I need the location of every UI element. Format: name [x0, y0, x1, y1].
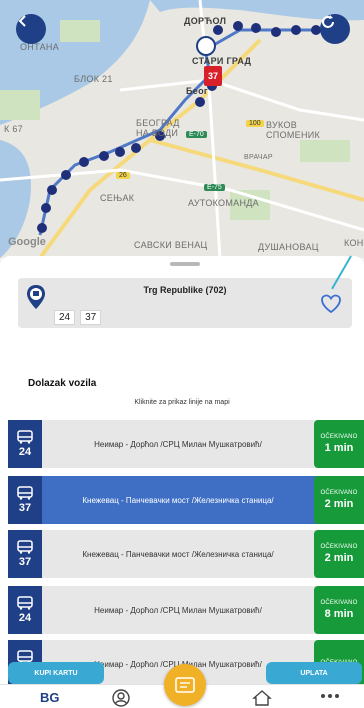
line-chip[interactable]: 24	[54, 310, 76, 325]
logo-icon[interactable]: BG	[40, 689, 62, 705]
line-chip[interactable]: 37	[80, 310, 102, 325]
road-badge-e70: E-70	[186, 131, 207, 138]
app-screen: ОНТАНА БЛОК 21 К 67 ДОРЋОЛ СТАРИ ГРАД Бе…	[0, 0, 364, 708]
vehicle-marker[interactable]: 37	[204, 66, 222, 86]
payment-button[interactable]: UPLATA	[266, 662, 362, 684]
bus-icon	[17, 486, 33, 500]
line-number: 37	[18, 502, 32, 514]
map-view[interactable]: ОНТАНА БЛОК 21 К 67 ДОРЋОЛ СТАРИ ГРАД Бе…	[0, 0, 364, 258]
stop-lines: 24 37	[54, 310, 102, 325]
drag-handle[interactable]	[170, 262, 200, 266]
map-label-stari-grad: СТАРИ ГРАД	[192, 56, 252, 66]
eta-label: OČEKIVANO	[320, 600, 358, 606]
map-label-blok67: К 67	[4, 124, 23, 134]
back-button[interactable]	[16, 14, 46, 44]
road-badge-26: 26	[116, 172, 130, 179]
eta-box: OČEKIVANO 2 min	[314, 530, 364, 578]
line-number: 24	[18, 612, 32, 624]
stop-name: Trg Republike (702)	[143, 285, 227, 295]
arrival-row-selected[interactable]: 37 Кнежевац - Панчевачки мост /Железничк…	[8, 476, 364, 524]
eta-label: OČEKIVANO	[320, 544, 358, 550]
route-name: Неимар - Дорћол /СРЦ Милан Мушкатровић/	[94, 605, 262, 615]
map-label-dorcol: ДОРЋОЛ	[184, 16, 227, 26]
stop-card[interactable]: Trg Republike (702) 24 37	[18, 278, 352, 328]
arrivals-title: Dolazak vozila	[28, 378, 97, 389]
line-number: 37	[18, 556, 32, 568]
svg-text:BG: BG	[40, 690, 60, 705]
map-label-vukov-spomenik: ВУКОВ СПОМЕНИК	[266, 120, 321, 140]
map-label-autokomanda: АУТОКОМАНДА	[188, 198, 259, 208]
refresh-icon	[322, 15, 334, 28]
profile-icon[interactable]	[112, 689, 130, 707]
eta-label: OČEKIVANO	[320, 434, 358, 440]
line-number: 24	[18, 446, 32, 458]
line-badge: 24	[8, 586, 42, 634]
map-label-beograd: Беог	[186, 86, 208, 96]
chevron-left-icon	[18, 15, 26, 27]
map-label-senjak: СЕЊАК	[100, 193, 135, 203]
route-name: Кнежевац - Панчевачки мост /Железничка с…	[82, 549, 274, 559]
eta-box: OČEKIVANO 8 min	[314, 586, 364, 634]
route-name: Кнежевац - Панчевачки мост /Железничка с…	[82, 495, 274, 505]
map-label-vracar: ВРАЧАР	[244, 154, 273, 161]
arrival-row[interactable]: 37 Кнежевац - Панчевачки мост /Железничк…	[8, 530, 364, 578]
map-label-kon: КОН	[344, 238, 364, 248]
bus-icon	[17, 430, 33, 444]
map-label-blok21: БЛОК 21	[74, 74, 113, 84]
eta-box: OČEKIVANO 1 min	[314, 420, 364, 468]
arrival-row[interactable]: 24 Неимар - Дорћол /СРЦ Милан Мушкатрови…	[8, 420, 364, 468]
line-badge: 37	[8, 530, 42, 578]
heart-outline-icon[interactable]	[320, 294, 342, 314]
line-badge: 37	[8, 476, 42, 524]
route-name: Неимар - Дорћол /СРЦ Милан Мушкатровић/	[94, 439, 262, 449]
selected-stop-marker[interactable]	[196, 36, 216, 56]
more-icon[interactable]	[320, 693, 340, 699]
bus-icon	[17, 596, 33, 610]
eta-box: OČEKIVANO 2 min	[314, 476, 364, 524]
map-label-dusanovac: ДУШАНОВАЦ	[258, 242, 319, 252]
arrival-row[interactable]: 24 Неимар - Дорћол /СРЦ Милан Мушкатрови…	[8, 586, 364, 634]
home-icon[interactable]	[252, 689, 272, 707]
google-logo: Google	[8, 236, 46, 248]
line-badge: 24	[8, 420, 42, 468]
eta-time: 1 min	[324, 442, 354, 454]
eta-time: 2 min	[324, 552, 354, 564]
bus-icon	[17, 540, 33, 554]
arrivals-hint: Kliknite za prikaz linije na mapi	[134, 399, 230, 406]
ticket-fab-button[interactable]	[164, 664, 206, 706]
road-badge-100: 100	[246, 120, 264, 127]
eta-time: 2 min	[324, 498, 354, 510]
map-label-ontana: ОНТАНА	[20, 42, 60, 52]
road-badge-e75: E-75	[204, 184, 225, 191]
eta-label: OČEKIVANO	[320, 490, 358, 496]
buy-ticket-button[interactable]: KUPI KARTU	[8, 662, 104, 684]
eta-time: 8 min	[324, 608, 354, 620]
ticket-icon	[175, 677, 195, 693]
refresh-button[interactable]	[320, 14, 350, 44]
map-label-savski-venac: САВСКИ ВЕНАЦ	[134, 240, 208, 250]
